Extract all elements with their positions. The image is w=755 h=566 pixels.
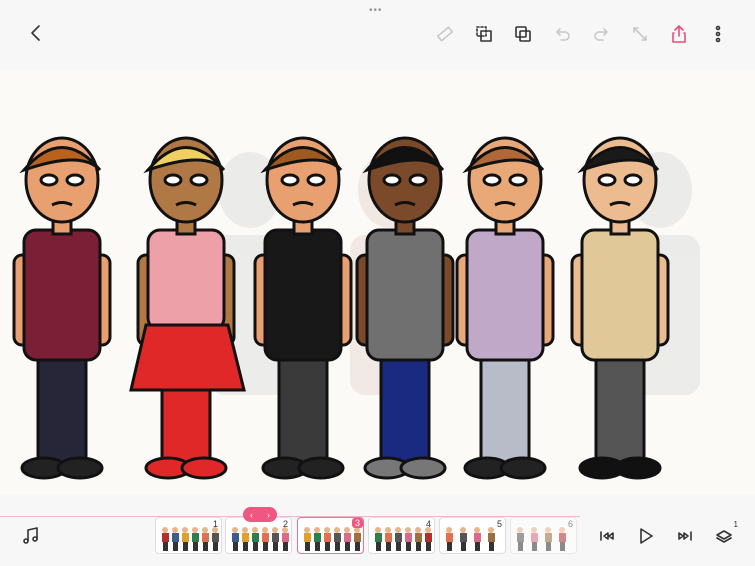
frame-number: 6: [567, 519, 573, 529]
character-3: [253, 136, 353, 480]
undo-icon: [556, 28, 570, 41]
share-icon: [672, 25, 686, 43]
frame-nav-pill[interactable]: ‹ ›: [243, 507, 277, 522]
drag-handle[interactable]: •••: [369, 5, 383, 16]
redo-icon: [594, 28, 608, 41]
last-frame-button[interactable]: [673, 524, 697, 548]
character-1: [12, 136, 112, 480]
next-frame-arrow[interactable]: ›: [267, 510, 270, 520]
frame-thumbnail[interactable]: 1: [155, 517, 222, 554]
more-button[interactable]: [706, 22, 730, 46]
character-5: [455, 136, 555, 480]
skip-back-icon: [600, 531, 614, 541]
frame-thumbnail[interactable]: 2: [225, 517, 292, 554]
layers-button[interactable]: 1: [712, 520, 738, 547]
more-icon: [715, 25, 721, 43]
undo-button[interactable]: [551, 22, 575, 46]
frame-number: 1: [212, 519, 218, 529]
character-4: [355, 136, 455, 480]
duplicate-button[interactable]: [511, 22, 535, 46]
share-button[interactable]: [667, 22, 691, 46]
layers-icon: [716, 530, 732, 543]
frame-number: 3: [351, 518, 363, 528]
music-note-icon: [23, 527, 38, 544]
ruler-button[interactable]: [433, 22, 457, 46]
prev-frame-arrow[interactable]: ‹: [250, 510, 253, 520]
drawing-canvas[interactable]: [0, 70, 755, 495]
resize-button[interactable]: [628, 22, 652, 46]
first-frame-button[interactable]: [595, 524, 619, 548]
redo-button[interactable]: [589, 22, 613, 46]
character-6: [570, 136, 670, 480]
timeline-bar: 123456 ‹ › 1: [0, 495, 755, 566]
frame-thumbnail[interactable]: 4: [368, 517, 435, 554]
back-icon: [31, 25, 40, 41]
frame-thumbnail[interactable]: 3: [297, 517, 364, 554]
ruler-icon: [436, 26, 454, 42]
lasso-select-icon: [476, 26, 492, 42]
audio-button[interactable]: [19, 524, 43, 548]
frame-thumbnail[interactable]: 6: [510, 517, 577, 554]
back-button[interactable]: [24, 21, 48, 45]
lasso-select-button[interactable]: [472, 22, 496, 46]
skip-forward-icon: [678, 531, 692, 541]
character-drawing: [12, 136, 700, 480]
play-button[interactable]: [634, 524, 658, 548]
frame-number: 5: [496, 519, 502, 529]
resize-icon: [633, 27, 647, 41]
frame-thumbnail[interactable]: 5: [439, 517, 506, 554]
layers-count: 1: [733, 520, 738, 529]
frame-number: 2: [282, 519, 288, 529]
frame-number: 4: [425, 519, 431, 529]
play-icon: [640, 528, 653, 544]
duplicate-layer-icon: [515, 26, 531, 42]
top-toolbar: •••: [0, 0, 755, 70]
